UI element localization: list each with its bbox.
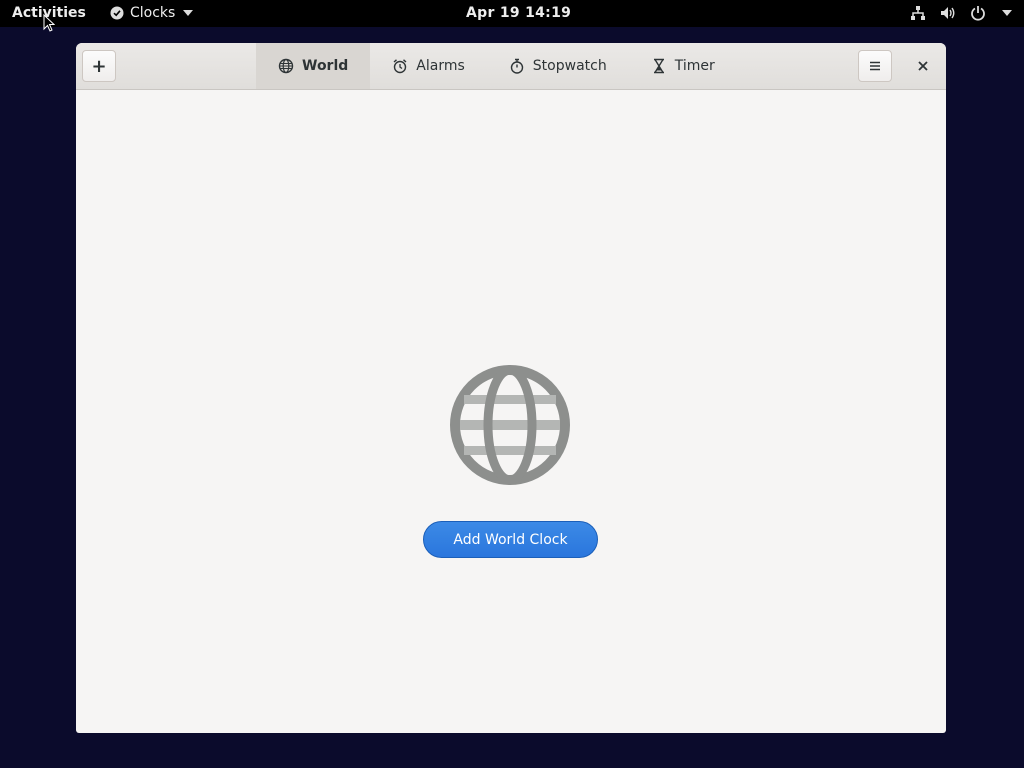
tab-world[interactable]: World: [256, 43, 371, 89]
top-bar: Activities Clocks Apr 19 14:19: [0, 0, 1024, 27]
tab-label: Timer: [674, 58, 715, 74]
alarm-icon: [393, 59, 407, 74]
close-icon: [918, 61, 928, 71]
tab-label: Stopwatch: [532, 58, 607, 74]
header-bar: + World Alarms Stopwatch Timer: [76, 43, 946, 90]
tab-label: Alarms: [416, 58, 465, 74]
tab-timer[interactable]: Timer: [629, 43, 737, 89]
date-time[interactable]: Apr 19 14:19: [466, 5, 571, 21]
add-button[interactable]: +: [82, 50, 116, 82]
close-button[interactable]: [908, 50, 938, 82]
globe-icon: [450, 365, 570, 485]
tab-stopwatch[interactable]: Stopwatch: [487, 43, 629, 89]
system-tray[interactable]: [910, 5, 1012, 21]
chevron-down-icon: [183, 10, 194, 16]
main-menu-button[interactable]: [858, 50, 892, 82]
hourglass-icon: [653, 58, 664, 74]
add-world-clock-button[interactable]: Add World Clock: [423, 521, 598, 558]
app-menu[interactable]: Clocks: [110, 5, 194, 21]
app-menu-label: Clocks: [130, 5, 176, 21]
volume-icon[interactable]: [940, 5, 956, 21]
stopwatch-icon: [510, 58, 523, 74]
clocks-window: + World Alarms Stopwatch Timer Add World…: [76, 43, 946, 733]
view-switcher: World Alarms Stopwatch Timer: [256, 43, 737, 89]
network-icon[interactable]: [910, 5, 926, 21]
hamburger-icon: [870, 61, 880, 71]
globe-icon: [278, 58, 294, 74]
power-icon[interactable]: [970, 5, 986, 21]
mouse-cursor-icon: [43, 14, 55, 32]
tab-alarms[interactable]: Alarms: [370, 43, 487, 89]
tab-label: World: [302, 58, 349, 74]
tray-menu-caret-icon[interactable]: [1002, 10, 1012, 16]
world-view: Add World Clock: [76, 90, 946, 733]
clock-app-icon: [110, 6, 124, 20]
